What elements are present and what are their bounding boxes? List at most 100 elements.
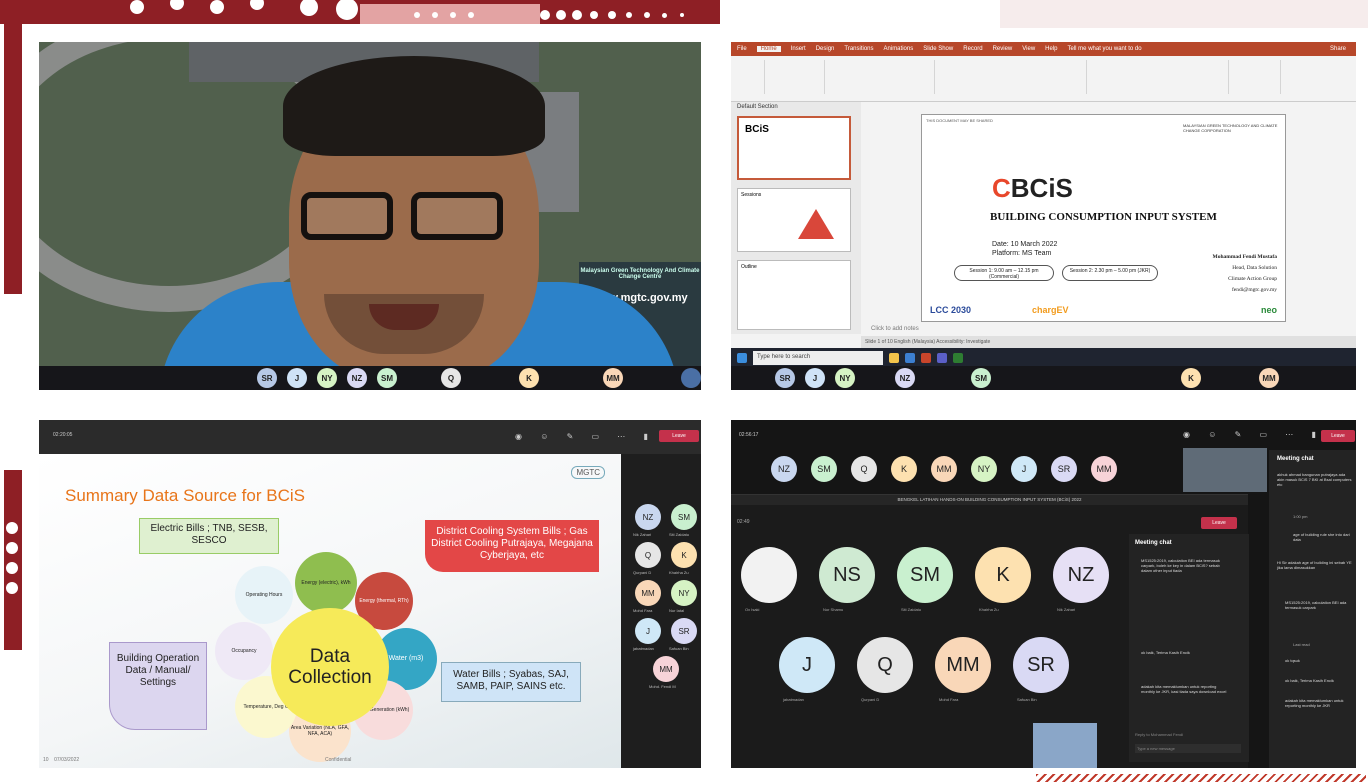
slide-platform: Platform: MS Team — [992, 250, 1052, 257]
grid-avatar[interactable]: Q — [857, 637, 913, 693]
tab-slideshow[interactable]: Slide Show — [923, 46, 953, 52]
presenter-role: Head, Data Solution — [1232, 265, 1277, 271]
participant-avatar[interactable]: J — [287, 368, 307, 388]
grid-avatar[interactable]: K — [975, 547, 1031, 603]
slide-thumb-1[interactable]: BCiS — [737, 116, 851, 180]
gallery-avatar[interactable]: SR — [671, 618, 697, 644]
grid-avatar[interactable]: SR — [1013, 637, 1069, 693]
decor-dot — [680, 13, 684, 17]
gallery-avatar[interactable]: NZ — [635, 504, 661, 530]
ribbon-slides[interactable] — [767, 60, 825, 94]
participant-avatar[interactable]: NY — [835, 368, 855, 388]
grid-avatar[interactable]: NZ — [1053, 547, 1109, 603]
tab-help[interactable]: Help — [1045, 46, 1057, 52]
slide-thumb-3[interactable]: Outline — [737, 260, 851, 330]
tab-insert[interactable]: Insert — [791, 46, 806, 52]
notes-pane[interactable]: Click to add notes — [871, 326, 919, 332]
tab-view[interactable]: View — [1022, 46, 1035, 52]
teams-gallery-panel: 02:56:17 ◉ ☺ ✎ ▭ ⋯ ▮ Leave NZ SM Q K MM … — [731, 420, 1356, 768]
grid-name: Nik Zahari — [1057, 607, 1076, 612]
top-avatar[interactable]: MM — [931, 456, 957, 482]
ribbon-editing[interactable] — [1231, 60, 1281, 94]
top-avatar[interactable]: K — [891, 456, 917, 482]
slide-thumb-2[interactable]: Sessions — [737, 188, 851, 252]
share-button[interactable]: Share — [1330, 46, 1346, 52]
gallery-avatar[interactable]: NY — [671, 580, 697, 606]
teams-icon[interactable] — [937, 353, 947, 363]
top-avatar[interactable]: SM — [811, 456, 837, 482]
slide-top-note: THIS DOCUMENT MAY BE SHARED — [926, 118, 993, 123]
top-avatar[interactable]: SR — [1051, 456, 1077, 482]
powerpoint-panel: File Home Insert Design Transitions Anim… — [731, 42, 1356, 390]
self-video — [1183, 448, 1267, 492]
teams-share-panel: 02:20:05 ◉ ☺ ✎ ▭ ⋯ ▮ Leave Summary Data … — [39, 420, 701, 768]
gallery-avatar[interactable]: SM — [671, 504, 697, 530]
participant-avatar[interactable]: SM — [971, 368, 991, 388]
tab-home[interactable]: Home — [756, 46, 781, 52]
meeting-controls[interactable]: ◉ ☺ ✎ ▭ ⋯ ▮ — [1183, 430, 1324, 439]
chat-input[interactable]: Type a new message — [1135, 744, 1241, 753]
meeting-timer: 02:56:17 — [739, 432, 759, 438]
inner-leave-button[interactable]: Leave — [1201, 517, 1237, 529]
tab-review[interactable]: Review — [993, 46, 1013, 52]
tab-design[interactable]: Design — [816, 46, 835, 52]
participant-avatar[interactable]: SR — [257, 368, 277, 388]
windows-start-icon[interactable] — [737, 353, 747, 363]
participant-avatar[interactable]: K — [1181, 368, 1201, 388]
inner-window-title: BENGKEL LATIHAN HANDS-ON BUILDING CONSUM… — [731, 495, 1248, 505]
gallery-avatar[interactable]: J — [635, 618, 661, 644]
top-avatar[interactable]: NZ — [771, 456, 797, 482]
self-avatar[interactable] — [681, 368, 701, 388]
grid-name: Khairha Zu — [979, 607, 999, 612]
participant-avatar[interactable]: MM — [603, 368, 623, 388]
tab-transitions[interactable]: Transitions — [844, 46, 873, 52]
excel-icon[interactable] — [953, 353, 963, 363]
ribbon-drawing[interactable] — [1089, 60, 1229, 94]
top-avatar[interactable]: J — [1011, 456, 1037, 482]
gallery-avatar[interactable]: K — [671, 542, 697, 568]
leave-button[interactable]: Leave — [659, 430, 699, 442]
chat-message: ok baik, Terima Kasih Encik — [1141, 650, 1190, 655]
participant-avatar[interactable]: NY — [317, 368, 337, 388]
meeting-controls[interactable]: ◉ ☺ ✎ ▭ ⋯ ▮ — [515, 432, 656, 441]
ribbon-clipboard[interactable] — [735, 60, 765, 94]
ribbon-paragraph[interactable] — [937, 60, 1087, 94]
leave-button[interactable]: Leave — [1321, 430, 1355, 442]
grid-avatar-photo[interactable] — [741, 547, 797, 603]
tell-me-box[interactable]: Tell me what you want to do — [1068, 46, 1142, 52]
tab-record[interactable]: Record — [963, 46, 982, 52]
participant-avatar[interactable]: K — [519, 368, 539, 388]
gallery-avatar[interactable]: Q — [635, 542, 661, 568]
grid-avatar[interactable]: NS — [819, 547, 875, 603]
top-avatar[interactable]: MM — [1091, 456, 1117, 482]
gallery-avatar[interactable]: MM — [653, 656, 679, 682]
top-avatar[interactable]: NY — [971, 456, 997, 482]
participant-avatar[interactable]: J — [805, 368, 825, 388]
taskbar-search[interactable]: Type here to search — [753, 351, 883, 365]
participant-avatar[interactable]: Q — [441, 368, 461, 388]
gallery-avatar[interactable]: MM — [635, 580, 661, 606]
thumb-logo: BCiS — [745, 124, 769, 135]
participant-avatar[interactable]: NZ — [895, 368, 915, 388]
ribbon-font[interactable] — [827, 60, 935, 94]
grid-avatar[interactable]: J — [779, 637, 835, 693]
powerpoint-icon[interactable] — [921, 353, 931, 363]
grid-avatar[interactable]: SM — [897, 547, 953, 603]
glasses-left — [301, 192, 393, 240]
edge-icon[interactable] — [905, 353, 915, 363]
top-avatar[interactable]: Q — [851, 456, 877, 482]
footer-num: 10 — [43, 757, 49, 763]
decor-dot — [572, 10, 582, 20]
participant-avatar[interactable]: SR — [775, 368, 795, 388]
meeting-chat-inner: Meeting chat MS1525:2019, calculation BE… — [1129, 534, 1249, 762]
grid-avatar[interactable]: MM — [935, 637, 991, 693]
participant-avatar[interactable]: SM — [377, 368, 397, 388]
tab-animations[interactable]: Animations — [884, 46, 914, 52]
folder-icon[interactable] — [889, 353, 899, 363]
participant-avatar[interactable]: NZ — [347, 368, 367, 388]
main-slide[interactable]: THIS DOCUMENT MAY BE SHARED MALAYSIAN GR… — [921, 114, 1286, 322]
tab-file[interactable]: File — [737, 46, 747, 52]
data-collection-center: Data Collection — [271, 608, 389, 726]
presenter-name: Mohammad Fendi Mustafa — [1212, 254, 1277, 260]
participant-avatar[interactable]: MM — [1259, 368, 1279, 388]
